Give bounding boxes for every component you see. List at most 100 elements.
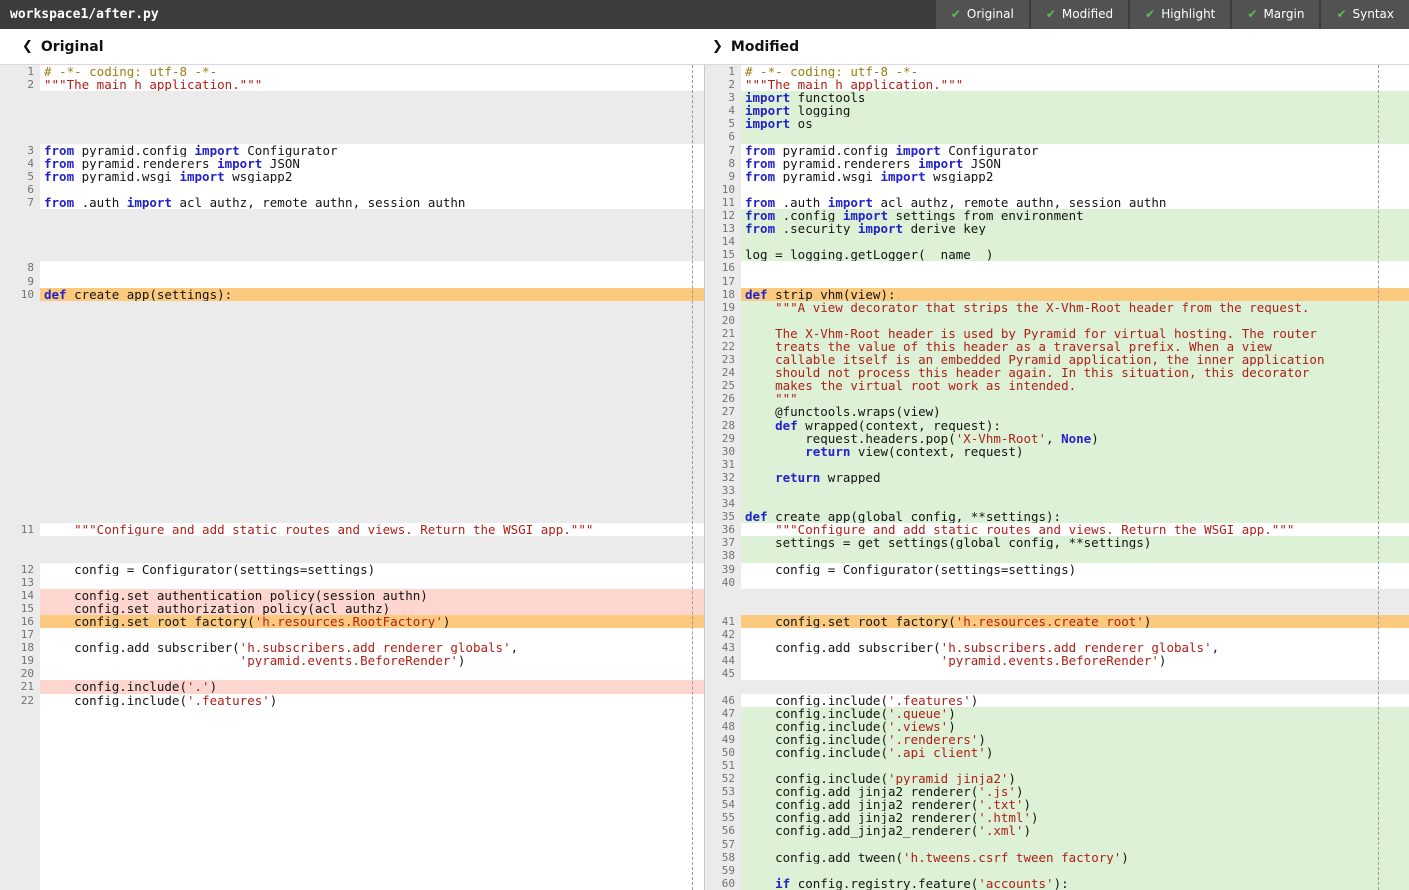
original-line-number (0, 91, 40, 104)
modified-code-line (741, 275, 1409, 288)
original-code-line (40, 314, 704, 327)
diff-row: 20 (0, 314, 1409, 327)
modified-code-line: if config.registry.feature('accounts'): (741, 877, 1409, 890)
original-code-line: from pyramid.renderers import JSON (40, 157, 704, 170)
original-line-number (0, 497, 40, 510)
diff-row: 23 callable itself is an embedded Pyrami… (0, 353, 1409, 366)
original-code-line (40, 471, 704, 484)
modified-line-number: 25 (704, 379, 741, 392)
diff-row: 48 config.include('.views') (0, 720, 1409, 733)
original-line-number (0, 759, 40, 772)
modified-code-line: from pyramid.renderers import JSON (741, 157, 1409, 170)
modified-code-line: """A view decorator that strips the X-Vh… (741, 301, 1409, 314)
modified-code-line (741, 759, 1409, 772)
original-code-line (40, 510, 704, 523)
modified-line-number: 39 (704, 563, 741, 576)
modified-code-line: import logging (741, 104, 1409, 117)
original-line-number (0, 366, 40, 379)
modified-code-line: config.add_jinja2_renderer('.xml') (741, 824, 1409, 837)
original-code-line: # -*- coding: utf-8 -*- (40, 65, 704, 78)
check-icon: ✔ (1336, 0, 1346, 29)
original-line-number (0, 117, 40, 130)
original-line-number: 6 (0, 183, 40, 196)
modified-code-line (741, 667, 1409, 680)
modified-code-line (741, 484, 1409, 497)
toggle-label: Modified (1062, 0, 1113, 29)
original-code-line (40, 798, 704, 811)
modified-line-number: 35 (704, 510, 741, 523)
original-line-number: 4 (0, 157, 40, 170)
toggle-syntax-button[interactable]: ✔Syntax (1321, 0, 1409, 29)
modified-line-number: 44 (704, 654, 741, 667)
original-pane-title: Original (41, 39, 104, 55)
diff-row: 18 config.add_subscriber('h.subscribers.… (0, 641, 1409, 654)
diff-row: 917 (0, 275, 1409, 288)
original-line-number: 7 (0, 196, 40, 209)
toggle-margin-button[interactable]: ✔Margin (1232, 0, 1319, 29)
modified-code-line: The X-Vhm-Root header is used by Pyramid… (741, 327, 1409, 340)
modified-line-number: 48 (704, 720, 741, 733)
original-code-line (40, 549, 704, 562)
original-line-number: 12 (0, 563, 40, 576)
original-code-line: from .auth import acl_authz, remote_auth… (40, 196, 704, 209)
modified-code-line: # -*- coding: utf-8 -*- (741, 65, 1409, 78)
modified-line-number: 21 (704, 327, 741, 340)
diff-row: 26 """ (0, 392, 1409, 405)
original-code-line (40, 222, 704, 235)
modified-code-line: treats the value of this header as a tra… (741, 340, 1409, 353)
modified-code-line: should not process this header again. In… (741, 366, 1409, 379)
diff-row: 54 config.add_jinja2_renderer('.txt') (0, 798, 1409, 811)
modified-line-number: 57 (704, 838, 741, 851)
original-line-number (0, 536, 40, 549)
original-line-number (0, 510, 40, 523)
modified-line-number: 5 (704, 117, 741, 130)
chevron-right-icon: ❯ (712, 39, 723, 54)
original-line-number: 14 (0, 589, 40, 602)
modified-code-line: from .config import settings_from_enviro… (741, 209, 1409, 222)
modified-code-line (741, 261, 1409, 274)
modified-pane-header: ❯ Modified (704, 29, 1409, 64)
original-line-number: 22 (0, 694, 40, 707)
original-line-number (0, 222, 40, 235)
modified-line-number: 29 (704, 432, 741, 445)
original-code-line (40, 275, 704, 288)
toggle-modified-button[interactable]: ✔Modified (1031, 0, 1128, 29)
original-line-number (0, 811, 40, 824)
diff-row: 3from pyramid.config import Configurator… (0, 144, 1409, 157)
original-code-line (40, 667, 704, 680)
original-line-number (0, 772, 40, 785)
original-code-line (40, 261, 704, 274)
original-line-number: 13 (0, 576, 40, 589)
original-code-line (40, 235, 704, 248)
diff-row: 5from pyramid.wsgi import wsgiapp29from … (0, 170, 1409, 183)
toggle-highlight-button[interactable]: ✔Highlight (1130, 0, 1230, 29)
toggle-original-button[interactable]: ✔Original (936, 0, 1029, 29)
diff-row: 15log = logging.getLogger(__name__) (0, 248, 1409, 261)
modified-line-number: 36 (704, 523, 741, 536)
original-line-number (0, 720, 40, 733)
original-line-number: 1 (0, 65, 40, 78)
diff-row: 19 """A view decorator that strips the X… (0, 301, 1409, 314)
diff-row: 2045 (0, 667, 1409, 680)
original-code-line (40, 183, 704, 196)
diff-row: 55 config.add_jinja2_renderer('.html') (0, 811, 1409, 824)
original-line-number (0, 707, 40, 720)
original-code-line (40, 91, 704, 104)
modified-code-line (741, 458, 1409, 471)
modified-line-number: 54 (704, 798, 741, 811)
original-code-line: """Configure and add static routes and v… (40, 523, 704, 536)
modified-code-line: @functools.wraps(view) (741, 405, 1409, 418)
modified-code-line (741, 589, 1409, 602)
original-line-number: 17 (0, 628, 40, 641)
modified-code-line: from pyramid.wsgi import wsgiapp2 (741, 170, 1409, 183)
diff-row: 58 config.add_tween('h.tweens.csrf_tween… (0, 851, 1409, 864)
modified-line-number: 52 (704, 772, 741, 785)
modified-line-number: 9 (704, 170, 741, 183)
modified-pane-title: Modified (731, 39, 799, 55)
original-code-line (40, 366, 704, 379)
original-line-number (0, 209, 40, 222)
modified-line-number: 23 (704, 353, 741, 366)
modified-line-number: 18 (704, 288, 741, 301)
original-line-number (0, 314, 40, 327)
diff-row: 1340 (0, 576, 1409, 589)
